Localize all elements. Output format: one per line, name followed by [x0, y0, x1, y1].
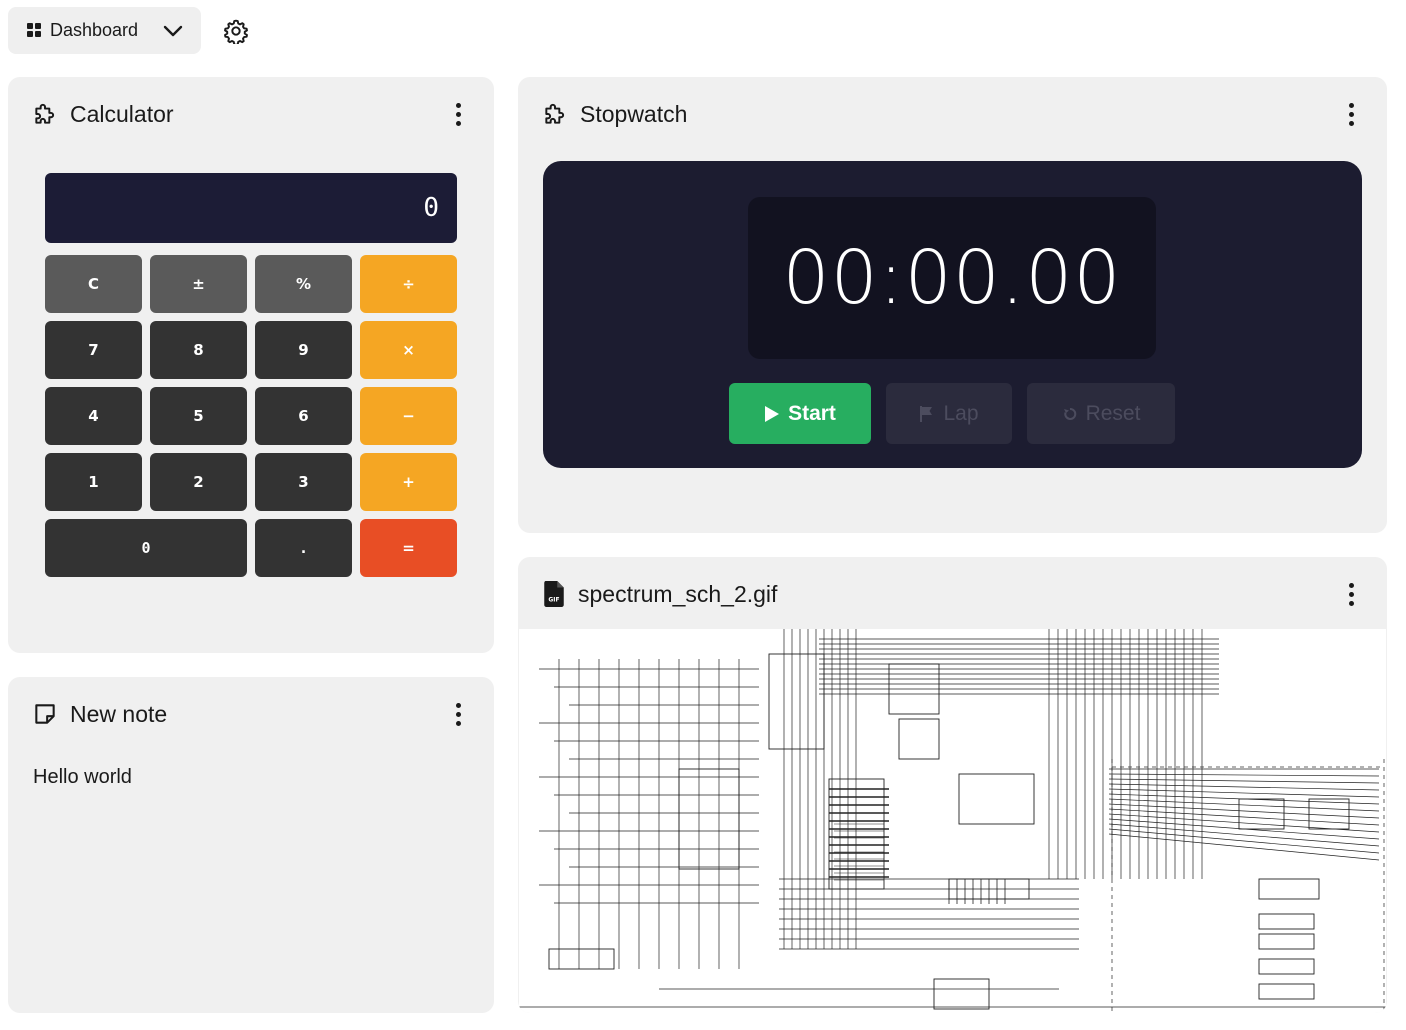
calc-key[interactable]: 6: [255, 387, 352, 445]
reset-label: Reset: [1085, 401, 1141, 425]
calc-key[interactable]: −: [360, 387, 457, 445]
calc-key[interactable]: 9: [255, 321, 352, 379]
stopwatch-body: 00:00.00 Start Lap Reset: [543, 161, 1362, 468]
lap-label: Lap: [943, 401, 979, 425]
calculator-keypad: C ±% ÷ 7 8 9 × 4 5 6− 1 2 3 +0. =: [45, 255, 457, 577]
kebab-menu-icon: [1348, 102, 1354, 108]
chevron-down-icon: [163, 25, 183, 36]
stopwatch-widget: Stopwatch 00:00.00 Start Lap Reset: [518, 77, 1387, 533]
calculator-display: 0: [45, 173, 457, 243]
calc-key[interactable]: 5: [150, 387, 247, 445]
calc-key[interactable]: ×: [360, 321, 457, 379]
calc-key[interactable]: C: [45, 255, 142, 313]
note-content[interactable]: Hello world: [33, 766, 132, 789]
calc-key[interactable]: 1: [45, 453, 142, 511]
stopwatch-menu-button[interactable]: [1339, 99, 1363, 129]
calc-key[interactable]: 7: [45, 321, 142, 379]
gear-icon: [224, 19, 248, 44]
calculator-header: Calculator: [32, 99, 470, 129]
calculator-title: Calculator: [70, 100, 174, 127]
note-widget: New note Hello world: [8, 677, 494, 1013]
calculator-widget: Calculator 0 C ±% ÷ 7 8 9 × 4 5 6− 1 2 3 +0. =: [8, 77, 494, 653]
note-icon: [35, 704, 55, 724]
calc-key[interactable]: 3: [255, 453, 352, 511]
image-menu-button[interactable]: [1339, 579, 1363, 609]
stopwatch-title: Stopwatch: [580, 100, 688, 127]
dashboard-selector[interactable]: Dashboard: [8, 7, 201, 54]
note-menu-button[interactable]: [446, 699, 470, 729]
calc-key[interactable]: ÷: [360, 255, 457, 313]
stopwatch-time: 00:00.00: [748, 197, 1156, 359]
settings-button[interactable]: [221, 16, 251, 46]
play-icon: [765, 405, 780, 422]
reset-icon: [1063, 407, 1076, 420]
schematic-image: [519, 629, 1386, 1013]
grid-icon: [27, 23, 42, 38]
image-widget: GIF spectrum_sch_2.gif: [518, 557, 1387, 1013]
calc-key[interactable]: 0: [45, 519, 247, 577]
start-label: Start: [788, 401, 836, 425]
calc-key[interactable]: 8: [150, 321, 247, 379]
kebab-menu-icon: [455, 102, 461, 108]
calc-key[interactable]: +: [360, 453, 457, 511]
calc-key[interactable]: .: [255, 519, 352, 577]
image-header: GIF spectrum_sch_2.gif: [542, 579, 1363, 609]
gif-file-icon: GIF: [544, 581, 564, 607]
calc-key[interactable]: %: [255, 255, 352, 313]
puzzle-icon: [545, 103, 565, 124]
note-header: New note: [32, 699, 470, 729]
flag-icon: [920, 405, 933, 422]
reset-button[interactable]: Reset: [1027, 383, 1175, 444]
image-filename: spectrum_sch_2.gif: [578, 580, 778, 607]
stopwatch-header: Stopwatch: [542, 99, 1363, 129]
calc-key[interactable]: ±: [150, 255, 247, 313]
note-title: New note: [70, 700, 168, 727]
calc-key[interactable]: 4: [45, 387, 142, 445]
kebab-menu-icon: [455, 702, 461, 708]
calc-key[interactable]: 2: [150, 453, 247, 511]
schematic-drawing: [519, 629, 1386, 1011]
lap-button[interactable]: Lap: [886, 383, 1012, 444]
kebab-menu-icon: [1348, 582, 1354, 588]
file-icon-text: GIF: [548, 597, 559, 604]
start-button[interactable]: Start: [729, 383, 871, 444]
top-bar: Dashboard: [8, 7, 251, 54]
dashboard-label: Dashboard: [50, 20, 139, 40]
calc-key[interactable]: =: [360, 519, 457, 577]
puzzle-icon: [35, 103, 55, 124]
calculator-menu-button[interactable]: [446, 99, 470, 129]
